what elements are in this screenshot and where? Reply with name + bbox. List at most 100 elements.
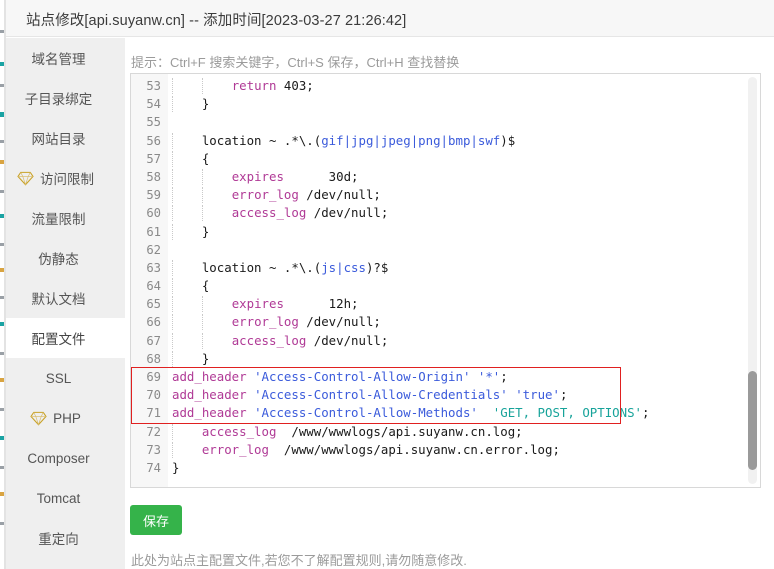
line-number: 74 <box>131 459 161 477</box>
code-line[interactable]: 74} <box>131 459 760 477</box>
code-text: error_log /dev/null; <box>172 313 381 331</box>
code-line[interactable]: 61 } <box>131 223 760 241</box>
line-number: 67 <box>131 332 161 350</box>
code-text: { <box>172 150 209 168</box>
code-line[interactable]: 65 expires 12h; <box>131 295 760 313</box>
sidebar-item-9[interactable]: SSL <box>6 358 125 398</box>
sidebar-item-label: 子目录绑定 <box>25 88 93 108</box>
sidebar: 域名管理子目录绑定网站目录访问限制流量限制伪静态默认文档配置文件 SSL PHP Co… <box>6 38 125 569</box>
editor-scrollbar-track[interactable] <box>748 77 757 484</box>
sidebar-item-label: 网站目录 <box>32 128 86 148</box>
sidebar-item-label: 默认文档 <box>32 288 86 308</box>
line-number: 71 <box>131 404 161 422</box>
code-line[interactable]: 59 error_log /dev/null; <box>131 186 760 204</box>
code-line[interactable]: 73 error_log /www/wwwlogs/api.suyanw.cn.… <box>131 441 760 459</box>
sidebar-item-10[interactable]: PHP <box>6 398 125 438</box>
code-line[interactable]: 54 } <box>131 95 760 113</box>
sidebar-item-label: Tomcat <box>37 491 81 506</box>
save-button[interactable]: 保存 <box>130 505 182 535</box>
sidebar-item-3[interactable]: 网站目录 <box>6 118 125 158</box>
editor-hint: 提示：Ctrl+F 搜索关键字，Ctrl+S 保存，Ctrl+H 查找替换 <box>131 52 459 71</box>
gem-icon <box>30 411 47 426</box>
line-number: 65 <box>131 295 161 313</box>
code-line[interactable]: 69 add_header 'Access-Control-Allow-Origi… <box>131 368 760 386</box>
code-text: return 403; <box>172 77 314 95</box>
sidebar-item-label: SSL <box>46 371 72 386</box>
sidebar-item-label: Composer <box>27 451 89 466</box>
line-number: 57 <box>131 150 161 168</box>
sidebar-item-label: 域名管理 <box>32 48 86 68</box>
code-text: { <box>172 277 209 295</box>
line-number: 69 <box>131 368 161 386</box>
code-line[interactable]: 71add_header 'Access-Control-Allow-Metho… <box>131 404 760 422</box>
sidebar-item-6[interactable]: 伪静态 <box>6 238 125 278</box>
code-text: } <box>172 95 209 113</box>
sidebar-item-12[interactable]: Tomcat <box>6 478 125 518</box>
code-text: location ~ .*\.(gif|jpg|jpeg|png|bmp|swf… <box>172 132 515 150</box>
sidebar-item-label: PHP <box>53 411 81 426</box>
code-text: location ~ .*\.(js|css)?$ <box>172 259 388 277</box>
code-text: add_header 'Access-Control-Allow-Credent… <box>172 386 567 404</box>
code-line[interactable]: 62 <box>131 241 760 259</box>
sidebar-item-11[interactable]: Composer <box>6 438 125 478</box>
code-line[interactable]: 63 location ~ .*\.(js|css)?$ <box>131 259 760 277</box>
code-line[interactable]: 68 } <box>131 350 760 368</box>
line-number: 56 <box>131 132 161 150</box>
code-scroll-area[interactable]: 53 return 403;54 }5556 location ~ .*\.(g… <box>131 74 760 487</box>
line-number: 68 <box>131 350 161 368</box>
gem-icon <box>17 171 34 186</box>
code-text: } <box>172 223 209 241</box>
line-number: 58 <box>131 168 161 186</box>
config-file-editor[interactable]: 53 return 403;54 }5556 location ~ .*\.(g… <box>130 73 761 488</box>
code-line[interactable]: 66 error_log /dev/null; <box>131 313 760 331</box>
window-title: 站点修改[api.suyanw.cn] -- 添加时间[2023-03-27 2… <box>26 9 406 30</box>
sidebar-item-5[interactable]: 流量限制 <box>6 198 125 238</box>
code-line[interactable]: 64 { <box>131 277 760 295</box>
line-number: 60 <box>131 204 161 222</box>
sidebar-item-1[interactable]: 域名管理 <box>6 38 125 78</box>
footer-note: 此处为站点主配置文件,若您不了解配置规则,请勿随意修改. <box>131 550 467 569</box>
window-titlebar: 站点修改[api.suyanw.cn] -- 添加时间[2023-03-27 2… <box>6 0 774 37</box>
line-number: 72 <box>131 423 161 441</box>
code-line[interactable]: 57 { <box>131 150 760 168</box>
line-number: 66 <box>131 313 161 331</box>
sidebar-item-8[interactable]: 配置文件 <box>6 318 125 358</box>
code-line[interactable]: 70 add_header 'Access-Control-Allow-Crede… <box>131 386 760 404</box>
code-text: } <box>172 350 209 368</box>
main-panel: 提示：Ctrl+F 搜索关键字，Ctrl+S 保存，Ctrl+H 查找替换 53… <box>125 38 774 569</box>
code-line[interactable]: 60 access_log /dev/null; <box>131 204 760 222</box>
code-line[interactable]: 53 return 403; <box>131 77 760 95</box>
sidebar-item-label: 重定向 <box>38 528 79 548</box>
editor-scrollbar-thumb[interactable] <box>748 371 757 469</box>
line-number: 73 <box>131 441 161 459</box>
sidebar-item-label: 配置文件 <box>32 328 86 348</box>
code-line[interactable]: 55 <box>131 113 760 131</box>
code-text: access_log /dev/null; <box>172 332 388 350</box>
code-text: expires 12h; <box>172 295 359 313</box>
sidebar-item-2[interactable]: 子目录绑定 <box>6 78 125 118</box>
code-line[interactable]: 67 access_log /dev/null; <box>131 332 760 350</box>
sidebar-item-label: 访问限制 <box>40 168 94 188</box>
code-line[interactable]: 58 expires 30d; <box>131 168 760 186</box>
sidebar-item-13[interactable]: 重定向 <box>6 518 125 558</box>
line-number: 59 <box>131 186 161 204</box>
code-lines[interactable]: 53 return 403;54 }5556 location ~ .*\.(g… <box>131 77 760 477</box>
line-number: 61 <box>131 223 161 241</box>
code-line[interactable]: 72 access_log /www/wwwlogs/api.suyanw.cn… <box>131 423 760 441</box>
line-number: 55 <box>131 113 161 131</box>
code-line[interactable]: 56 location ~ .*\.(gif|jpg|jpeg|png|bmp|… <box>131 132 760 150</box>
code-text: access_log /www/wwwlogs/api.suyanw.cn.lo… <box>172 423 523 441</box>
line-number: 63 <box>131 259 161 277</box>
sidebar-item-label: 伪静态 <box>38 248 79 268</box>
line-number: 53 <box>131 77 161 95</box>
code-text: access_log /dev/null; <box>172 204 388 222</box>
line-number: 64 <box>131 277 161 295</box>
line-number: 70 <box>131 386 161 404</box>
line-number: 54 <box>131 95 161 113</box>
sidebar-item-4[interactable]: 访问限制 <box>6 158 125 198</box>
sidebar-item-7[interactable]: 默认文档 <box>6 278 125 318</box>
code-text: error_log /dev/null; <box>172 186 381 204</box>
code-text: add_header 'Access-Control-Allow-Origin'… <box>172 368 508 386</box>
line-number: 62 <box>131 241 161 259</box>
code-text: } <box>172 459 179 477</box>
